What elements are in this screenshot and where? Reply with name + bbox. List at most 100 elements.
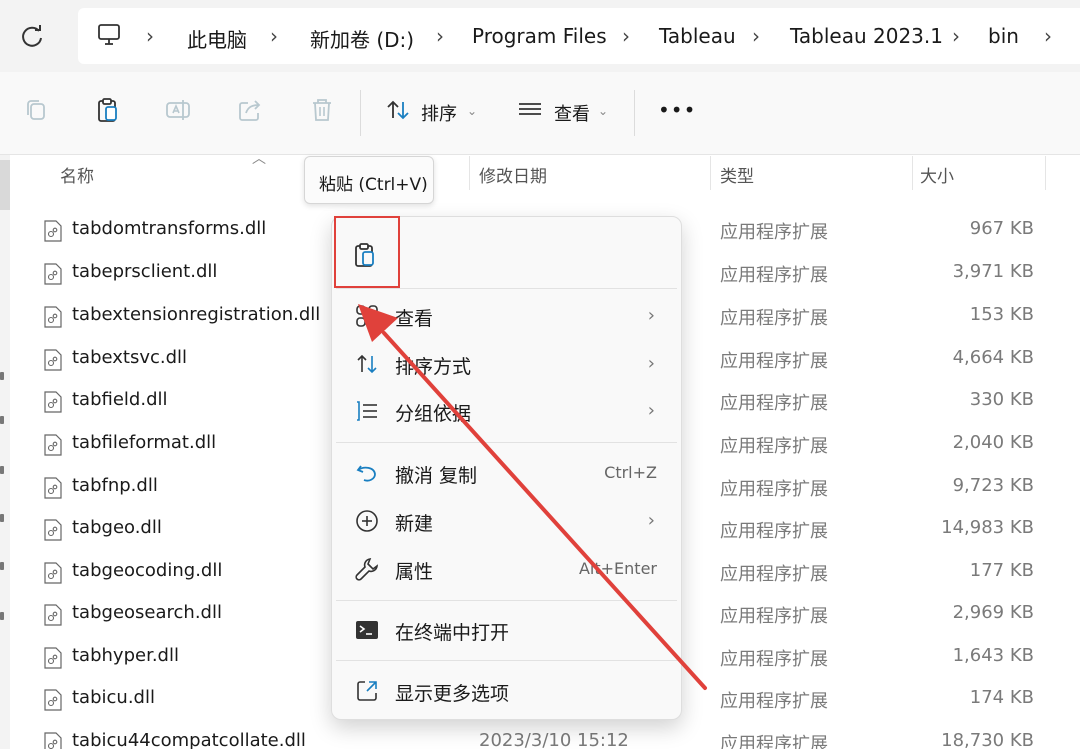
breadcrumb-tableau-2023-1[interactable]: Tableau 2023.1 — [790, 24, 943, 48]
context-menu: 查看 › 排序方式 › 分组依据 › 撤消 复制 Ctrl+Z 新建 › 属性 … — [331, 216, 682, 720]
nav-expand-icon[interactable] — [0, 372, 4, 380]
view-button[interactable]: 查看 — [554, 100, 590, 126]
file-type: 应用程序扩展 — [720, 222, 828, 243]
menu-item-new[interactable]: 新建 › — [336, 499, 677, 543]
column-header-type[interactable]: 类型 — [720, 162, 754, 187]
open-external-icon — [357, 681, 377, 701]
computer-icon — [98, 24, 120, 45]
view-list-icon[interactable] — [516, 96, 544, 124]
menu-item-label: 分组依据 — [395, 403, 472, 425]
table-row[interactable]: tabicu44compatcollate.dll 2023/3/10 15:1… — [10, 722, 1080, 749]
grid-view-icon — [356, 305, 378, 327]
file-type: 应用程序扩展 — [720, 479, 828, 500]
file-name: tabicu.dll — [72, 687, 155, 708]
chevron-right-icon: › — [647, 353, 655, 374]
menu-separator — [336, 288, 677, 289]
delete-icon[interactable] — [308, 96, 336, 124]
chevron-right-icon: › — [622, 24, 630, 48]
refresh-icon[interactable] — [18, 22, 46, 50]
chevron-right-icon: › — [146, 24, 154, 48]
file-name: tabgeosearch.dll — [72, 602, 222, 623]
dll-file-icon — [44, 391, 62, 413]
dll-file-icon — [44, 434, 62, 456]
menu-item-label: 撤消 复制 — [395, 465, 478, 487]
sort-button[interactable]: 排序 — [421, 100, 457, 126]
file-type: 应用程序扩展 — [720, 308, 828, 329]
file-name: tabeprsclient.dll — [72, 261, 218, 282]
toolbar-divider — [360, 90, 361, 136]
breadcrumb-tableau[interactable]: Tableau — [659, 24, 736, 48]
column-header-size[interactable]: 大小 — [920, 162, 954, 187]
breadcrumb-bin[interactable]: bin — [988, 24, 1019, 48]
sort-icon[interactable] — [384, 96, 412, 124]
file-size: 153 KB — [969, 304, 1034, 325]
chevron-down-icon: ⌄ — [467, 104, 478, 118]
menu-item-show-more-options[interactable]: 显示更多选项 — [336, 669, 677, 713]
column-header-name[interactable]: 名称 — [60, 162, 94, 187]
file-date: 2023/3/10 15:12 — [479, 730, 629, 749]
file-type: 应用程序扩展 — [720, 649, 828, 670]
nav-expand-icon[interactable] — [0, 612, 4, 620]
dll-file-icon — [44, 349, 62, 371]
toolbar-divider — [634, 90, 635, 136]
file-size: 3,971 KB — [952, 261, 1034, 282]
dll-file-icon — [44, 519, 62, 541]
file-name: tabdomtransforms.dll — [72, 218, 267, 239]
terminal-icon — [356, 621, 378, 639]
file-size: 4,664 KB — [952, 347, 1034, 368]
tooltip-text: 粘贴 (Ctrl+V) — [319, 175, 428, 195]
column-divider[interactable] — [469, 156, 470, 190]
nav-expand-icon[interactable] — [0, 416, 4, 424]
file-size: 174 KB — [969, 687, 1034, 708]
file-name: tabfield.dll — [72, 389, 168, 410]
menu-item-label: 新建 — [395, 513, 434, 535]
paste-tooltip: 粘贴 (Ctrl+V) — [304, 156, 434, 204]
chevron-right-icon: › — [647, 305, 655, 326]
file-type: 应用程序扩展 — [720, 606, 828, 627]
file-type: 应用程序扩展 — [720, 393, 828, 414]
menu-separator — [336, 442, 677, 443]
file-type: 应用程序扩展 — [720, 564, 828, 585]
menu-item-view[interactable]: 查看 › — [336, 294, 677, 338]
nav-expand-icon[interactable] — [0, 466, 4, 474]
dll-file-icon — [44, 477, 62, 499]
menu-item-properties[interactable]: 属性 Alt+Enter — [336, 547, 677, 591]
menu-item-sort-by[interactable]: 排序方式 › — [336, 342, 677, 386]
group-list-icon — [357, 401, 377, 421]
nav-expand-icon[interactable] — [0, 514, 4, 522]
dll-file-icon — [44, 562, 62, 584]
chevron-right-icon[interactable]: › — [1044, 24, 1052, 48]
file-name: tabextsvc.dll — [72, 347, 188, 368]
file-size: 2,969 KB — [952, 602, 1034, 623]
file-size: 177 KB — [969, 560, 1034, 581]
wrench-icon — [355, 558, 378, 581]
breadcrumb-this-pc[interactable]: 此电脑 — [187, 24, 247, 53]
paste-icon[interactable] — [94, 96, 122, 124]
chevron-right-icon: › — [436, 24, 444, 48]
copy-icon[interactable] — [22, 96, 50, 124]
more-options-button[interactable]: ••• — [658, 98, 696, 122]
file-type: 应用程序扩展 — [720, 265, 828, 286]
column-divider[interactable] — [710, 156, 711, 190]
file-type: 应用程序扩展 — [720, 521, 828, 542]
menu-separator — [336, 660, 677, 661]
file-size: 330 KB — [969, 389, 1034, 410]
column-divider[interactable] — [1045, 156, 1046, 190]
menu-item-label: 显示更多选项 — [395, 683, 510, 705]
nav-expand-icon[interactable] — [0, 562, 4, 570]
menu-item-open-in-terminal[interactable]: 在终端中打开 — [336, 608, 677, 652]
file-type: 应用程序扩展 — [720, 436, 828, 457]
menu-item-group-by[interactable]: 分组依据 › — [336, 389, 677, 433]
column-divider[interactable] — [912, 156, 913, 190]
file-name: tabextensionregistration.dll — [72, 304, 321, 325]
breadcrumb-drive-d[interactable]: 新加卷 (D:) — [310, 24, 414, 53]
rename-icon[interactable] — [164, 96, 192, 124]
add-circle-icon — [356, 510, 378, 532]
menu-item-undo-copy[interactable]: 撤消 复制 Ctrl+Z — [336, 451, 677, 495]
file-type: 应用程序扩展 — [720, 734, 828, 749]
share-icon[interactable] — [236, 96, 264, 124]
column-header-date[interactable]: 修改日期 — [479, 162, 547, 187]
breadcrumb-program-files[interactable]: Program Files — [472, 24, 607, 48]
chevron-right-icon: › — [647, 400, 655, 421]
scrollbar-thumb[interactable] — [0, 160, 10, 210]
